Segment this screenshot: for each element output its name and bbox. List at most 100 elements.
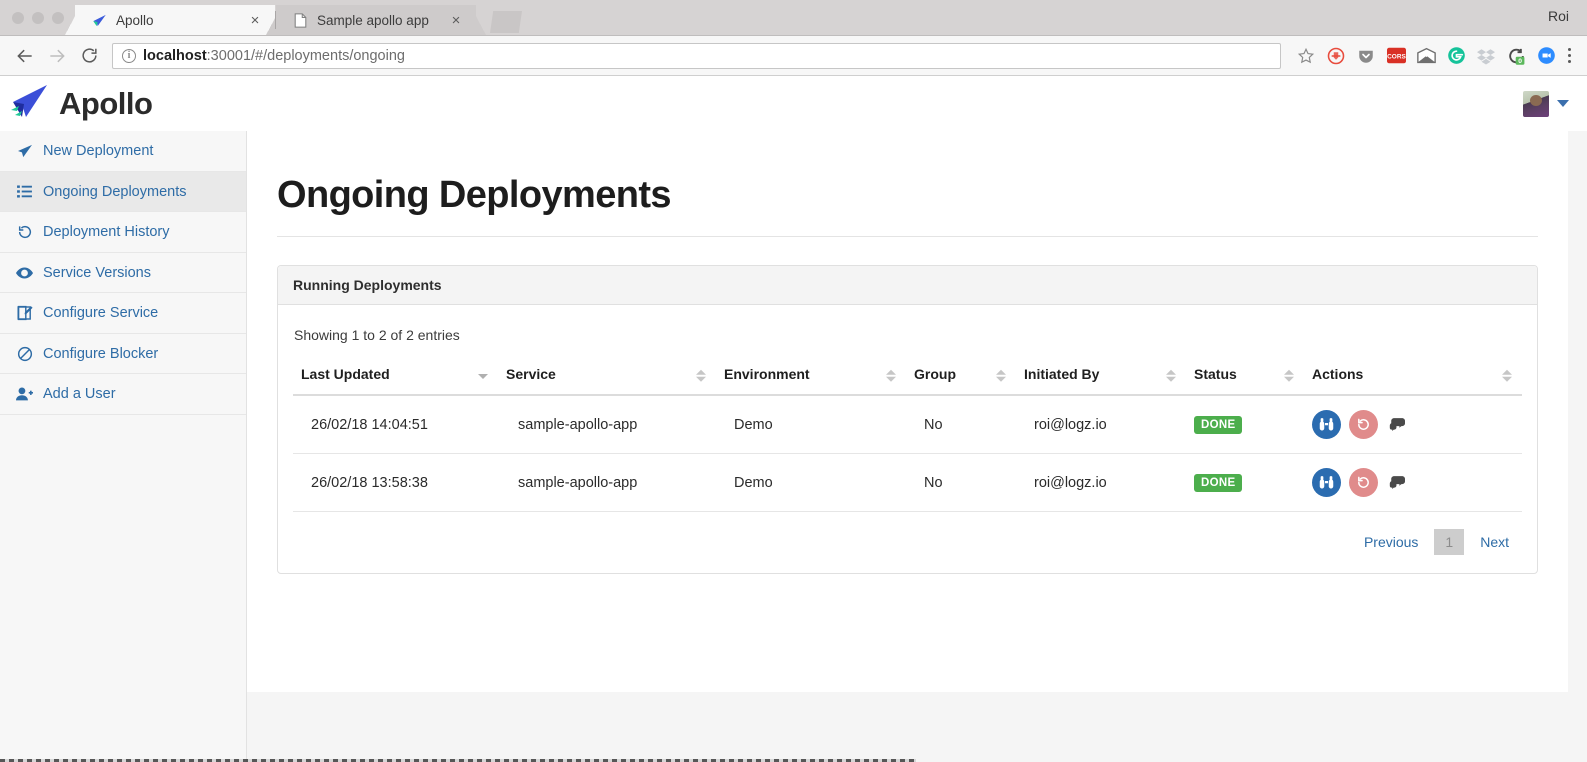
rollback-undo-button[interactable] — [1349, 410, 1378, 439]
content-area: Ongoing Deployments Running Deployments … — [247, 131, 1587, 762]
view-logs-binoculars-button[interactable] — [1312, 468, 1341, 497]
comment-icon[interactable] — [1389, 418, 1405, 431]
deployments-table: Last Updated Service Environment Group I… — [293, 359, 1522, 512]
rollback-undo-button[interactable] — [1349, 468, 1378, 497]
comment-icon[interactable] — [1389, 476, 1405, 489]
cell-environment: Demo — [716, 453, 906, 512]
sort-indicator-desc — [478, 373, 488, 379]
zoom-icon[interactable] — [1537, 46, 1556, 65]
svg-text:CORS: CORS — [1387, 54, 1406, 61]
column-label: Environment — [724, 366, 810, 382]
status-badge: DONE — [1194, 415, 1243, 434]
page-title: Ongoing Deployments — [277, 131, 1538, 237]
pagination-next[interactable]: Next — [1469, 529, 1520, 555]
row-actions — [1312, 468, 1514, 497]
cell-initiated-by: roi@logz.io — [1016, 453, 1186, 512]
column-header-last-updated[interactable]: Last Updated — [293, 359, 498, 396]
sidebar-item-deployment-history[interactable]: Deployment History — [0, 212, 246, 253]
cell-actions — [1304, 453, 1522, 512]
apollo-logo-icon — [91, 12, 107, 28]
close-tab-icon[interactable]: × — [247, 12, 263, 28]
minimize-window-button[interactable] — [32, 12, 44, 24]
column-label: Initiated By — [1024, 366, 1100, 382]
site-info-icon[interactable]: i — [122, 48, 136, 63]
view-logs-binoculars-button[interactable] — [1312, 410, 1341, 439]
panel-body: Showing 1 to 2 of 2 entries Last Updated — [278, 305, 1537, 573]
content-card: Ongoing Deployments Running Deployments … — [247, 131, 1568, 692]
column-label: Group — [914, 366, 956, 382]
cell-service: sample-apollo-app — [498, 453, 716, 512]
column-header-environment[interactable]: Environment — [716, 359, 906, 396]
grammarly-icon[interactable] — [1447, 46, 1466, 65]
chevron-down-icon[interactable] — [1557, 100, 1569, 107]
paper-plane-icon — [16, 144, 33, 158]
column-header-service[interactable]: Service — [498, 359, 716, 396]
sidebar-item-label: Configure Blocker — [43, 345, 159, 362]
close-tab-icon[interactable]: × — [448, 12, 464, 28]
maximize-window-button[interactable] — [52, 12, 64, 24]
user-menu[interactable] — [1523, 90, 1569, 117]
table-row[interactable]: 26/02/18 14:04:51 sample-apollo-app Demo… — [293, 395, 1522, 454]
cell-last-updated: 26/02/18 13:58:38 — [293, 453, 498, 512]
new-tab-button[interactable] — [490, 11, 522, 33]
cell-actions — [1304, 395, 1522, 454]
cell-status: DONE — [1186, 453, 1304, 512]
pagination: Previous 1 Next — [293, 512, 1522, 559]
sidebar: New Deployment Ongoing Deployments Deplo… — [0, 131, 247, 762]
adblock-icon[interactable] — [1327, 46, 1346, 65]
status-badge: DONE — [1194, 473, 1243, 492]
cell-group: No — [906, 453, 1016, 512]
sort-indicator — [996, 369, 1006, 382]
cell-status: DONE — [1186, 395, 1304, 454]
svg-text:0: 0 — [1518, 58, 1522, 65]
column-header-status[interactable]: Status — [1186, 359, 1304, 396]
tab-separator — [275, 11, 276, 29]
cors-icon[interactable]: CORS — [1386, 46, 1406, 65]
kebab-menu-icon[interactable] — [1558, 48, 1577, 63]
browser-tab-apollo[interactable]: Apollo × — [65, 5, 285, 35]
row-actions — [1312, 410, 1514, 439]
column-header-initiated-by[interactable]: Initiated By — [1016, 359, 1186, 396]
sort-indicator — [1502, 369, 1512, 382]
bookmark-star-icon[interactable] — [1297, 46, 1316, 65]
user-plus-icon — [16, 387, 33, 401]
cell-initiated-by: roi@logz.io — [1016, 395, 1186, 454]
reload-arrow-icon[interactable] — [74, 41, 104, 71]
sidebar-item-configure-blocker[interactable]: Configure Blocker — [0, 334, 246, 374]
sidebar-item-new-deployment[interactable]: New Deployment — [0, 131, 246, 172]
browser-tab-sample-apollo-app[interactable]: Sample apollo app × — [266, 5, 486, 35]
table-info: Showing 1 to 2 of 2 entries — [294, 327, 460, 343]
url-host: localhost — [143, 47, 207, 64]
sidebar-item-label: Add a User — [43, 386, 116, 403]
column-label: Status — [1194, 366, 1237, 382]
sidebar-item-add-a-user[interactable]: Add a User — [0, 374, 246, 415]
history-icon — [16, 224, 33, 240]
page-icon — [292, 12, 308, 28]
close-window-button[interactable] — [12, 12, 24, 24]
sort-indicator — [886, 369, 896, 382]
running-deployments-panel: Running Deployments Showing 1 to 2 of 2 … — [277, 265, 1538, 574]
browser-toolbar: i localhost:30001/#/deployments/ongoing … — [0, 36, 1587, 76]
cell-service: sample-apollo-app — [498, 395, 716, 454]
brand[interactable]: Apollo — [10, 84, 153, 123]
sort-indicator — [696, 369, 706, 382]
cell-last-updated: 26/02/18 14:04:51 — [293, 395, 498, 454]
column-label: Actions — [1312, 366, 1364, 382]
sidebar-item-configure-service[interactable]: Configure Service — [0, 293, 246, 334]
session-buddy-icon[interactable]: 0 — [1507, 46, 1526, 65]
column-header-group[interactable]: Group — [906, 359, 1016, 396]
forward-arrow-icon[interactable] — [42, 41, 72, 71]
sidebar-item-service-versions[interactable]: Service Versions — [0, 253, 246, 293]
address-bar[interactable]: i localhost:30001/#/deployments/ongoing — [112, 42, 1281, 69]
browser-tab-title: Sample apollo app — [317, 12, 429, 28]
back-arrow-icon[interactable] — [10, 41, 40, 71]
pagination-previous[interactable]: Previous — [1353, 529, 1429, 555]
pagination-page-1[interactable]: 1 — [1434, 529, 1465, 555]
mail-icon[interactable] — [1416, 46, 1436, 65]
table-row[interactable]: 26/02/18 13:58:38 sample-apollo-app Demo… — [293, 453, 1522, 512]
sidebar-item-ongoing-deployments[interactable]: Ongoing Deployments — [0, 171, 246, 212]
pocket-icon[interactable] — [1357, 46, 1376, 65]
dropbox-icon[interactable] — [1477, 46, 1496, 65]
column-header-actions[interactable]: Actions — [1304, 359, 1522, 396]
table-header-row: Last Updated Service Environment Group I… — [293, 359, 1522, 396]
